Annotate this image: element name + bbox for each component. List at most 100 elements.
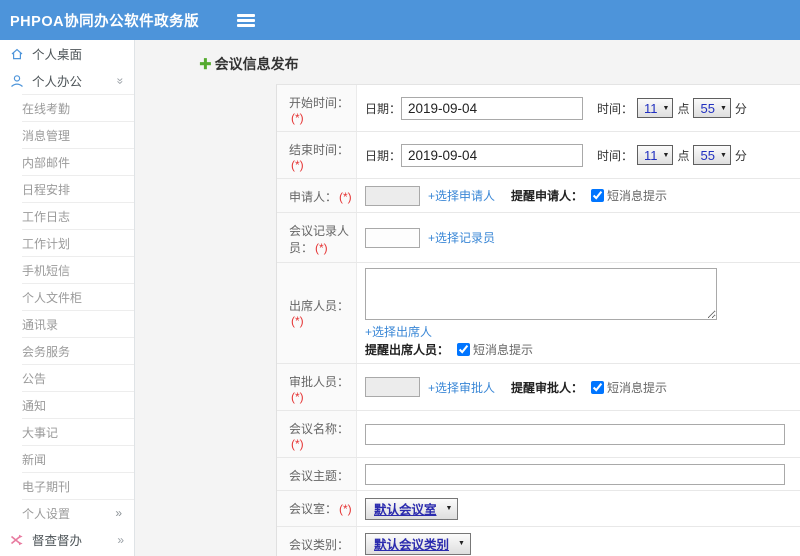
field-value: +选择申请人 提醒申请人： 短消息提示	[357, 179, 800, 212]
minute-value: 55	[700, 100, 715, 116]
sidebar-item-sms[interactable]: 手机短信	[22, 256, 134, 283]
field-label: 结束时间：(*)	[277, 132, 357, 178]
sidebar-item-label: 个人设置	[22, 506, 71, 521]
row-applicant: 申请人： (*) +选择申请人 提醒申请人： 短消息提示	[277, 179, 800, 213]
row-meeting-topic: 会议主题：	[277, 458, 800, 491]
row-approver: 审批人员：(*) +选择审批人 提醒审批人： 短消息提示	[277, 364, 800, 411]
sidebar-item-work-plan[interactable]: 工作计划	[22, 229, 134, 256]
sidebar-item-notices[interactable]: 通知	[22, 391, 134, 418]
attendees-textarea[interactable]	[365, 268, 717, 320]
field-label: 审批人员：(*)	[277, 364, 357, 410]
sidebar-item-file-cabinet[interactable]: 个人文件柜	[22, 283, 134, 310]
row-meeting-room: 会议室： (*) 默认会议室 ▼	[277, 491, 800, 527]
row-attendees: 出席人员：(*) +选择出席人 提醒出席人员： 短消息提示	[277, 263, 800, 364]
time-label: 时间：	[597, 101, 634, 116]
recorder-input[interactable]	[365, 227, 420, 248]
label-text: 开始时间：	[289, 96, 350, 110]
sidebar-item-messages[interactable]: 消息管理	[22, 121, 134, 148]
required-mark: (*)	[291, 158, 304, 172]
meeting-form: 开始时间：(*) 日期： 时间： 11▼ 点 55▼ 分 结束时间：(*) 日期…	[276, 84, 800, 556]
sidebar-item-label: 日程安排	[22, 182, 71, 197]
sidebar-item-attendance[interactable]: 在线考勤	[22, 94, 134, 121]
field-label: 会议主题：	[277, 458, 357, 490]
sidebar-item-contacts[interactable]: 通讯录	[22, 310, 134, 337]
approver-input[interactable]	[365, 377, 420, 397]
sidebar-item-personal-settings[interactable]: 个人设置 »	[22, 499, 134, 526]
row-end-time: 结束时间：(*) 日期： 时间： 11 ▼ 点 55 ▼ 分	[277, 132, 800, 179]
sidebar-item-work-log[interactable]: 工作日志	[22, 202, 134, 229]
sidebar-item-news[interactable]: 新闻	[22, 445, 134, 472]
sidebar-item-meeting-service[interactable]: 会务服务	[22, 337, 134, 364]
sms-hint-label: 短消息提示	[607, 189, 668, 203]
minute-unit: 分	[734, 101, 747, 116]
applicant-input[interactable]	[365, 185, 420, 206]
field-value: +选择记录员	[357, 213, 800, 262]
app-title: PHPOA协同办公软件政务版	[10, 13, 200, 30]
field-label: 会议记录人员： (*)	[277, 213, 357, 262]
sidebar-item-e-journal[interactable]: 电子期刊	[22, 472, 134, 499]
start-date-input[interactable]	[401, 96, 584, 120]
hour-unit: 点	[677, 101, 690, 116]
sidebar-item-announcements[interactable]: 公告	[22, 364, 134, 391]
start-hour-select[interactable]: 11 ▼	[637, 98, 674, 118]
caret-icon: ▼	[458, 540, 465, 547]
sidebar-item-schedule[interactable]: 日程安排	[22, 175, 134, 202]
label-text: 审批人员：	[289, 375, 350, 389]
approver-sms-checkbox[interactable]	[591, 380, 605, 394]
choose-recorder-link[interactable]: +选择记录员	[428, 229, 495, 246]
sidebar-item-supervision[interactable]: 督查督办 »	[0, 526, 134, 553]
room-value: 默认会议室	[374, 503, 437, 517]
field-label: 开始时间：(*)	[277, 85, 357, 131]
end-hour-select[interactable]: 11 ▼	[637, 145, 674, 165]
caret-icon: ▼	[445, 505, 453, 512]
start-minute-select[interactable]: 55 ▼	[693, 98, 731, 118]
meeting-category-select[interactable]: 默认会议类别 ▼	[365, 532, 471, 555]
field-value: 默认会议类别 ▼	[357, 527, 800, 556]
label-text: 会议主题：	[289, 469, 350, 483]
sidebar-item-internal-mail[interactable]: 内部邮件	[22, 148, 134, 175]
choose-attendees-link[interactable]: +选择出席人	[365, 323, 432, 340]
end-minute-select[interactable]: 55 ▼	[693, 145, 731, 165]
sidebar-item-office[interactable]: 个人办公 »	[0, 67, 134, 94]
field-value	[357, 458, 800, 490]
sidebar-item-label: 通讯录	[22, 317, 59, 332]
label-text: 申请人：	[289, 190, 338, 204]
meeting-room-select[interactable]: 默认会议室 ▼	[365, 497, 459, 520]
caret-icon: ▼	[662, 151, 670, 159]
attendees-sms-checkbox[interactable]	[457, 343, 471, 356]
sidebar-item-events[interactable]: 大事记	[22, 418, 134, 445]
field-value	[357, 411, 800, 457]
sidebar-item-label: 工作日志	[22, 209, 71, 224]
plus-icon: ✚	[199, 56, 212, 73]
field-value: 日期： 时间： 11 ▼ 点 55 ▼ 分	[357, 85, 800, 131]
sidebar-item-label: 新闻	[22, 452, 47, 467]
label-text: 结束时间：	[289, 143, 350, 157]
field-label: 会议类别：	[277, 527, 357, 556]
hamburger-icon[interactable]	[237, 13, 256, 27]
sidebar-item-label: 公告	[22, 371, 47, 386]
meeting-topic-input[interactable]	[365, 463, 785, 485]
sidebar-item-label: 消息管理	[22, 128, 71, 143]
field-value: +选择审批人 提醒审批人： 短消息提示	[357, 364, 800, 410]
minute-value: 55	[700, 147, 715, 163]
category-value: 默认会议类别	[374, 538, 450, 552]
label-text: 出席人员：	[289, 299, 350, 313]
app-header: PHPOA协同办公软件政务版	[0, 0, 800, 40]
sidebar-item-label: 会务服务	[22, 344, 71, 359]
choose-applicant-link[interactable]: +选择申请人	[428, 187, 495, 204]
sms-hint-label: 短消息提示	[607, 380, 668, 395]
field-label: 会议名称：(*)	[277, 411, 357, 457]
field-value: 日期： 时间： 11 ▼ 点 55 ▼ 分	[357, 132, 800, 178]
choose-approver-link[interactable]: +选择审批人	[428, 379, 495, 396]
sidebar-item-label: 电子期刊	[22, 479, 71, 494]
sidebar-office-submenu: 在线考勤 消息管理 内部邮件 日程安排 工作日志 工作计划 手机短信 个人文件柜…	[22, 94, 134, 526]
time-label: 时间：	[597, 148, 634, 163]
remind-approver-label: 提醒审批人：	[511, 380, 584, 395]
meeting-name-input[interactable]	[365, 423, 785, 445]
end-date-input[interactable]	[401, 143, 584, 167]
page-title-text: 会议信息发布	[214, 56, 299, 72]
row-start-time: 开始时间：(*) 日期： 时间： 11 ▼ 点 55 ▼ 分	[277, 85, 800, 132]
sidebar-item-desktop[interactable]: 个人桌面	[0, 40, 134, 67]
sidebar-item-label: 个人办公	[32, 75, 83, 89]
applicant-sms-checkbox[interactable]	[591, 189, 605, 202]
